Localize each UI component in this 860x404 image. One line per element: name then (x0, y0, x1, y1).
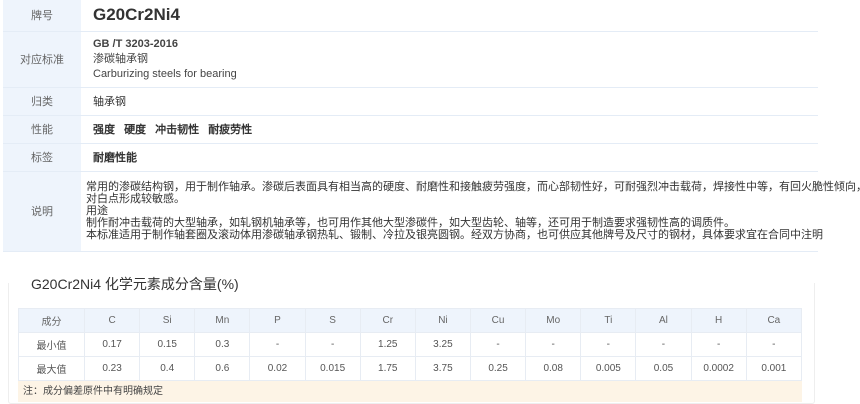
tags-label: 标签 (3, 143, 81, 172)
element-header: C (83, 308, 141, 333)
element-header: Cr (359, 308, 416, 333)
standard-name-cn: 渗碳轴承钢 (93, 52, 148, 65)
description-line: 对白点形成较敏感。 (86, 193, 185, 205)
category-value: 轴承钢 (81, 87, 818, 116)
value-cell: 0.17 (83, 332, 141, 357)
composition-min-row: 最小值 0.17 0.15 0.3 - - 1.25 3.25 - - - - … (18, 332, 803, 357)
steel-info-table: 牌号 G20Cr2Ni4 对应标准 GB /T 3203-2016 渗碳轴承钢 … (3, 0, 860, 252)
element-header: Al (635, 308, 692, 333)
value-cell: - (525, 332, 582, 357)
value-cell: 0.23 (83, 356, 141, 381)
value-cell: 0.001 (745, 356, 803, 381)
description-line: 用途 (86, 205, 108, 217)
standard-name-en: Carburizing steels for bearing (93, 67, 237, 80)
element-header: H (690, 308, 747, 333)
description-line: 本标准适用于制作轴套圈及滚动体用渗碳轴承钢热轧、锻制、冷拉及银亮圆钢。经双方协商… (86, 229, 823, 241)
value-cell: - (690, 332, 747, 357)
value-cell: 0.05 (635, 356, 692, 381)
tag-item: 耐磨性能 (93, 152, 137, 164)
composition-header-label: 成分 (18, 308, 85, 333)
performance-tag: 强度 (93, 124, 115, 136)
value-cell: 0.15 (139, 332, 196, 357)
tags-row: 标签 耐磨性能 (3, 143, 818, 172)
value-cell: 3.25 (414, 332, 471, 357)
value-cell: 0.015 (304, 356, 361, 381)
category-label: 归类 (3, 87, 81, 116)
grade-row: 牌号 G20Cr2Ni4 (3, 0, 818, 32)
element-header: Si (139, 308, 196, 333)
element-header: Ca (745, 308, 803, 333)
value-cell: 1.25 (359, 332, 416, 357)
element-header: Cu (469, 308, 527, 333)
description-line: 制作耐冲击载荷的大型轴承，如轧钢机轴承等，也可用作其他大型渗碳件，如大型齿轮、轴… (86, 217, 735, 229)
value-cell: 1.75 (359, 356, 416, 381)
value-cell: - (635, 332, 692, 357)
value-cell: 0.25 (469, 356, 527, 381)
standard-row: 对应标准 GB /T 3203-2016 渗碳轴承钢 Carburizing s… (3, 31, 818, 88)
value-cell: 0.0002 (690, 356, 747, 381)
element-header: Ni (414, 308, 471, 333)
row-label: 最大值 (18, 356, 85, 381)
composition-note: 注：成分偏差原件中有明确规定 (18, 381, 802, 402)
composition-header-row: 成分 C Si Mn P S Cr Ni Cu Mo Ti Al H Ca (18, 308, 803, 333)
value-cell: - (469, 332, 527, 357)
value-cell: - (249, 332, 306, 357)
value-cell: 0.6 (194, 356, 251, 381)
value-cell: 0.005 (580, 356, 637, 381)
category-row: 归类 轴承钢 (3, 87, 818, 116)
value-cell: 0.3 (194, 332, 251, 357)
grade-value: G20Cr2Ni4 (93, 5, 180, 25)
performance-tag: 耐疲劳性 (208, 124, 253, 136)
element-header: Mn (194, 308, 251, 333)
standard-code-link[interactable]: GB /T 3203-2016 (93, 37, 818, 52)
value-cell: 3.75 (414, 356, 471, 381)
composition-max-row: 最大值 0.23 0.4 0.6 0.02 0.015 1.75 3.75 0.… (18, 356, 803, 381)
performance-tag: 硬度 (124, 124, 147, 136)
grade-label: 牌号 (3, 0, 81, 32)
value-cell: - (745, 332, 803, 357)
value-cell: 0.4 (139, 356, 196, 381)
composition-title: G20Cr2Ni4 化学元素成分含量(%) (31, 276, 239, 292)
element-header: Ti (580, 308, 637, 333)
element-header: P (249, 308, 306, 333)
value-cell: - (304, 332, 361, 357)
value-cell: - (580, 332, 637, 357)
element-header: S (304, 308, 361, 333)
performance-row: 性能 强度 硬度 冲击韧性 耐疲劳性 (3, 115, 818, 144)
value-cell: 0.08 (525, 356, 582, 381)
performance-tag: 冲击韧性 (155, 124, 200, 136)
description-line: 常用的渗碳结构钢，用于制作轴承。渗碳后表面具有相当高的硬度、耐磨性和接触疲劳强度… (86, 181, 860, 193)
description-label: 说明 (3, 171, 81, 252)
value-cell: 0.02 (249, 356, 306, 381)
element-header: Mo (525, 308, 582, 333)
description-row: 说明 常用的渗碳结构钢，用于制作轴承。渗碳后表面具有相当高的硬度、耐磨性和接触疲… (3, 171, 860, 252)
composition-table: 成分 C Si Mn P S Cr Ni Cu Mo Ti Al H Ca 最小… (18, 308, 803, 381)
performance-label: 性能 (3, 115, 81, 144)
standard-label: 对应标准 (3, 31, 81, 88)
row-label: 最小值 (18, 332, 85, 357)
